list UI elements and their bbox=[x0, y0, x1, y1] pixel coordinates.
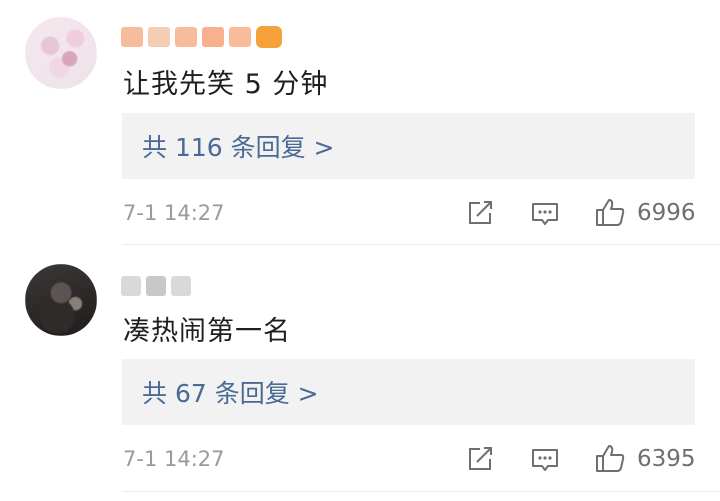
username[interactable] bbox=[121, 273, 191, 299]
vip-badge-icon bbox=[256, 26, 282, 48]
thumbs-up-icon[interactable] bbox=[594, 197, 626, 227]
like-count: 6395 bbox=[637, 446, 696, 472]
blurred-name-segment bbox=[121, 276, 141, 296]
comment-icon[interactable] bbox=[530, 447, 560, 473]
view-replies-link[interactable]: 共 67 条回复 > bbox=[142, 374, 319, 410]
view-replies-link[interactable]: 共 116 条回复 > bbox=[142, 128, 335, 164]
comment-text: 让我先笑 5 分钟 bbox=[123, 69, 329, 100]
blurred-name-segment bbox=[171, 276, 191, 296]
reply-box[interactable]: 共 67 条回复 > bbox=[122, 359, 695, 425]
comment-text: 凑热闹第一名 bbox=[123, 316, 291, 347]
comment-timestamp: 7-1 14:27 bbox=[123, 447, 225, 471]
share-icon[interactable] bbox=[466, 200, 494, 226]
comment-icon[interactable] bbox=[530, 201, 560, 227]
blurred-name-segment bbox=[202, 27, 224, 47]
avatar[interactable] bbox=[25, 17, 97, 89]
thumbs-up-icon[interactable] bbox=[594, 443, 626, 473]
avatar-image bbox=[25, 264, 97, 336]
reply-box[interactable]: 共 116 条回复 > bbox=[122, 113, 695, 179]
comment-timestamp: 7-1 14:27 bbox=[123, 201, 225, 225]
avatar[interactable] bbox=[25, 264, 97, 336]
share-icon[interactable] bbox=[466, 446, 494, 472]
avatar-image bbox=[25, 17, 97, 89]
blurred-name-segment bbox=[175, 27, 197, 47]
blurred-name-segment bbox=[148, 27, 170, 47]
blurred-name-segment bbox=[146, 276, 166, 296]
blurred-name-segment bbox=[121, 27, 143, 47]
username[interactable] bbox=[121, 24, 282, 50]
like-count: 6996 bbox=[637, 200, 696, 226]
divider bbox=[122, 244, 720, 245]
blurred-name-segment bbox=[229, 27, 251, 47]
divider bbox=[122, 491, 720, 492]
